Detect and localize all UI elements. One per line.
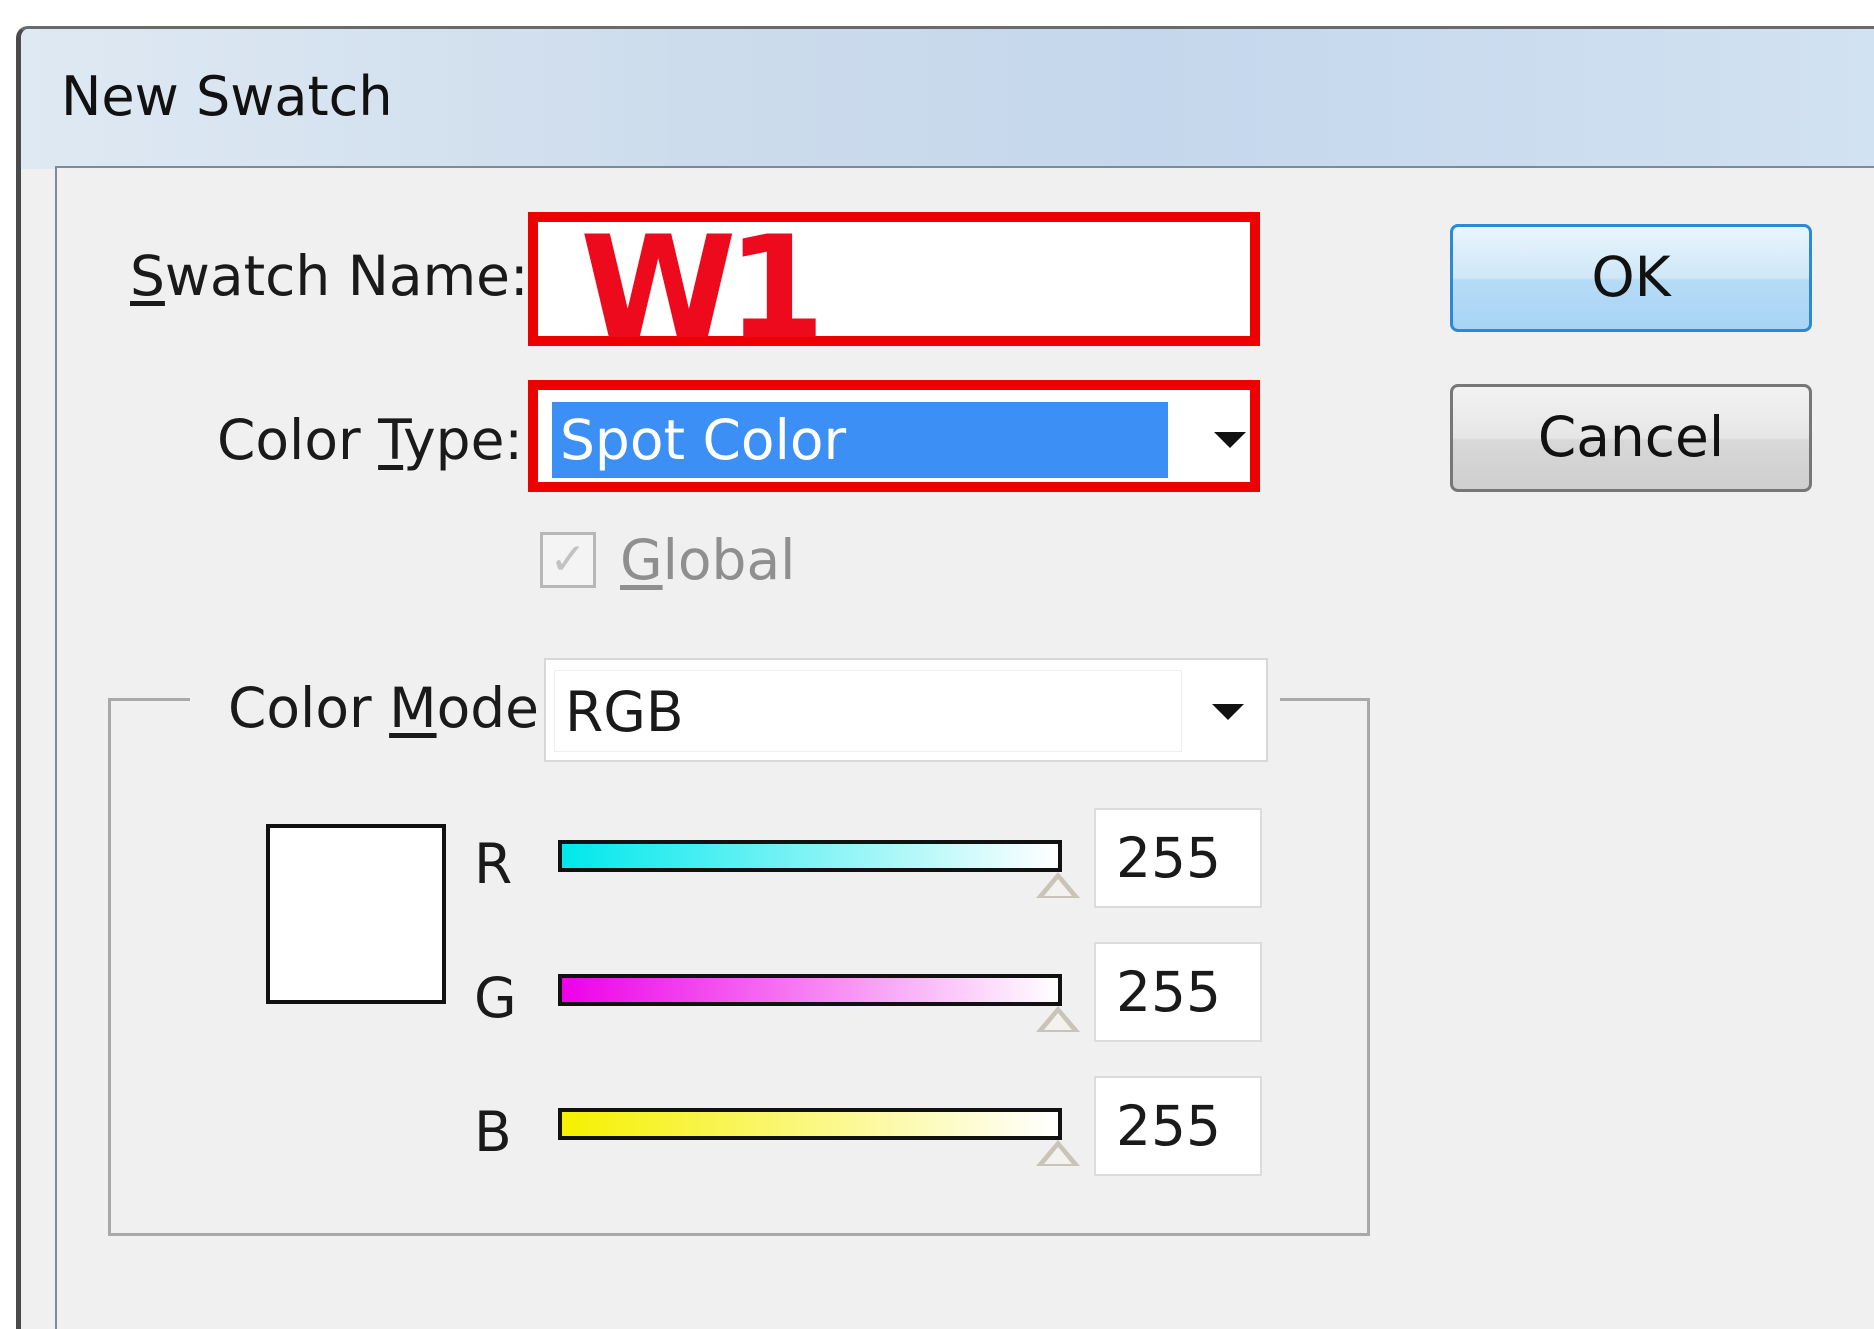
global-label-text: lobal — [662, 528, 796, 592]
b-value-input[interactable]: 255 — [1094, 1076, 1262, 1176]
cancel-button[interactable]: Cancel — [1450, 384, 1812, 492]
color-type-label-prefix: Color — [217, 408, 379, 472]
g-value-input[interactable]: 255 — [1094, 942, 1262, 1042]
color-mode-label-suffix: ode: — [436, 676, 558, 740]
color-mode-label: Color Mode: — [228, 676, 558, 740]
color-mode-label-prefix: Color — [228, 676, 390, 740]
swatch-name-input[interactable]: W1 — [528, 212, 1260, 364]
swatch-name-label-accesskey: S — [130, 244, 165, 308]
color-type-label-accesskey: T — [378, 408, 404, 472]
channel-label-g: G — [474, 966, 517, 1030]
g-slider-track[interactable] — [558, 974, 1062, 1006]
color-mode-select[interactable]: RGB — [544, 658, 1268, 762]
r-value-input[interactable]: 255 — [1094, 808, 1262, 908]
b-slider-track[interactable] — [558, 1108, 1062, 1140]
global-label-accesskey: G — [620, 528, 663, 592]
color-type-value: Spot Color — [552, 402, 1168, 478]
slider-thumb-icon[interactable] — [1036, 1140, 1080, 1166]
color-preview-swatch — [266, 824, 446, 1004]
dropdown-arrow-icon[interactable] — [1212, 704, 1244, 720]
ok-button[interactable]: OK — [1450, 224, 1812, 332]
channel-label-r: R — [474, 832, 513, 896]
r-slider-track[interactable] — [558, 840, 1062, 872]
swatch-name-value: W1 — [580, 206, 825, 371]
global-label: Global — [620, 528, 795, 592]
title-bar[interactable]: New Swatch — [21, 29, 1874, 169]
slider-thumb-icon[interactable] — [1036, 872, 1080, 898]
global-checkbox[interactable]: ✓ — [540, 532, 596, 588]
dropdown-arrow-icon[interactable] — [1214, 432, 1246, 448]
swatch-name-label-text: watch Name: — [164, 244, 529, 308]
color-mode-label-accesskey: M — [389, 676, 437, 740]
dialog-title: New Swatch — [61, 65, 393, 128]
slider-thumb-icon[interactable] — [1036, 1006, 1080, 1032]
color-mode-value: RGB — [554, 670, 1182, 752]
checkmark-icon: ✓ — [549, 534, 587, 585]
channel-label-b: B — [474, 1100, 512, 1164]
color-type-label-suffix: ype: — [403, 408, 523, 472]
color-type-label: Color Type: — [217, 408, 523, 472]
color-type-select[interactable]: Spot Color — [528, 380, 1260, 492]
swatch-name-label: Swatch Name: — [130, 244, 529, 308]
